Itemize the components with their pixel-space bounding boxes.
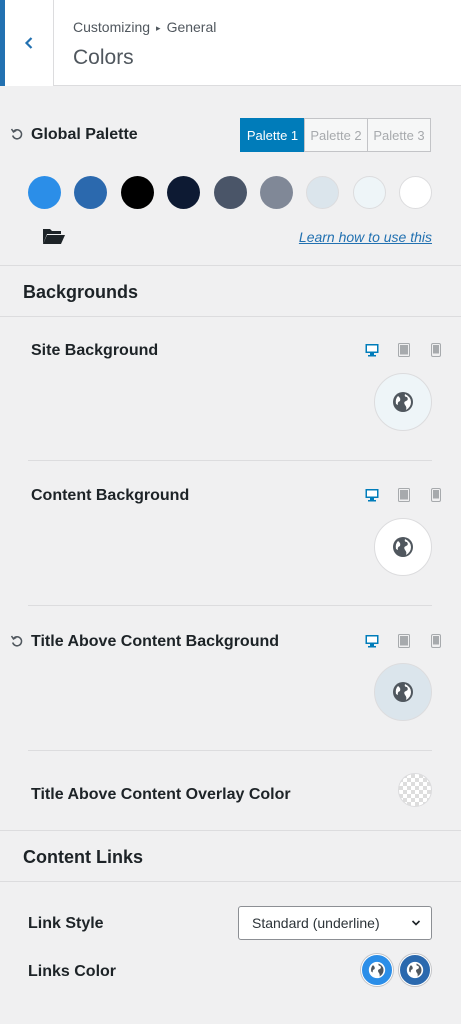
links-color-label: Links Color bbox=[28, 963, 117, 980]
content-background-label: Content Background bbox=[31, 487, 190, 504]
palette-swatch[interactable] bbox=[259, 176, 293, 209]
palette-swatches bbox=[28, 176, 432, 209]
divider bbox=[28, 750, 432, 751]
chevron-left-icon bbox=[24, 37, 33, 49]
link-style-select[interactable]: Standard (underline) bbox=[238, 906, 432, 940]
mobile-icon[interactable] bbox=[428, 633, 444, 649]
overlay-color-button[interactable] bbox=[398, 773, 432, 807]
reset-icon[interactable] bbox=[10, 634, 24, 648]
chevron-down-icon bbox=[411, 920, 421, 926]
link-style-value: Standard (underline) bbox=[252, 915, 380, 931]
folder-open-icon[interactable] bbox=[42, 226, 66, 246]
palette-tabs: Palette 1 Palette 2 Palette 3 bbox=[240, 118, 431, 152]
device-switcher bbox=[364, 342, 444, 358]
mobile-icon[interactable] bbox=[428, 487, 444, 503]
globe-icon bbox=[406, 961, 424, 979]
globe-icon bbox=[393, 392, 413, 412]
palette-swatch[interactable] bbox=[399, 176, 432, 209]
palette-swatch[interactable] bbox=[213, 176, 247, 209]
globe-icon bbox=[393, 682, 413, 702]
learn-how-link[interactable]: Learn how to use this bbox=[299, 229, 432, 245]
breadcrumb-separator: ▸ bbox=[156, 23, 161, 33]
device-switcher bbox=[364, 487, 444, 503]
palette-swatch[interactable] bbox=[306, 176, 340, 209]
section-content-links-title: Content Links bbox=[23, 847, 143, 867]
section-backgrounds-title: Backgrounds bbox=[23, 282, 139, 302]
desktop-icon[interactable] bbox=[364, 633, 380, 649]
desktop-icon[interactable] bbox=[364, 342, 380, 358]
divider bbox=[28, 460, 432, 461]
links-color-swatch[interactable] bbox=[361, 954, 393, 986]
palette-swatch[interactable] bbox=[352, 176, 386, 209]
section-content-links: Content Links bbox=[0, 830, 461, 882]
globe-icon bbox=[393, 537, 413, 557]
mobile-icon[interactable] bbox=[428, 342, 444, 358]
divider bbox=[28, 605, 432, 606]
tablet-icon[interactable] bbox=[396, 487, 412, 503]
site-background-label: Site Background bbox=[31, 342, 159, 359]
tab-palette-1[interactable]: Palette 1 bbox=[240, 118, 305, 152]
breadcrumb: Customizing ▸ General bbox=[73, 19, 216, 35]
global-palette-label: Global Palette bbox=[31, 126, 138, 143]
section-backgrounds: Backgrounds bbox=[0, 265, 461, 317]
link-style-label: Link Style bbox=[28, 915, 104, 932]
title-above-content-background-color-button[interactable] bbox=[374, 663, 432, 721]
site-background-color-button[interactable] bbox=[374, 373, 432, 431]
breadcrumb-child: General bbox=[166, 19, 217, 35]
palette-swatch[interactable] bbox=[120, 176, 154, 209]
palette-swatch[interactable] bbox=[74, 176, 108, 209]
page-title: Colors bbox=[73, 46, 134, 69]
links-hover-color-swatch[interactable] bbox=[399, 954, 431, 986]
tablet-icon[interactable] bbox=[396, 633, 412, 649]
title-above-content-background-label: Title Above Content Background bbox=[31, 633, 280, 650]
globe-icon bbox=[368, 961, 386, 979]
desktop-icon[interactable] bbox=[364, 487, 380, 503]
palette-swatch[interactable] bbox=[167, 176, 201, 209]
back-button[interactable] bbox=[0, 0, 54, 86]
tablet-icon[interactable] bbox=[396, 342, 412, 358]
tab-palette-3[interactable]: Palette 3 bbox=[367, 118, 431, 152]
content-background-color-button[interactable] bbox=[374, 518, 432, 576]
reset-icon[interactable] bbox=[10, 127, 24, 141]
tab-palette-2[interactable]: Palette 2 bbox=[304, 118, 368, 152]
device-switcher bbox=[364, 633, 444, 649]
title-above-content-overlay-label: Title Above Content Overlay Color bbox=[31, 786, 291, 803]
breadcrumb-parent: Customizing bbox=[73, 19, 151, 35]
palette-swatch[interactable] bbox=[28, 176, 61, 209]
panel-header: Customizing ▸ General Colors bbox=[0, 0, 461, 86]
